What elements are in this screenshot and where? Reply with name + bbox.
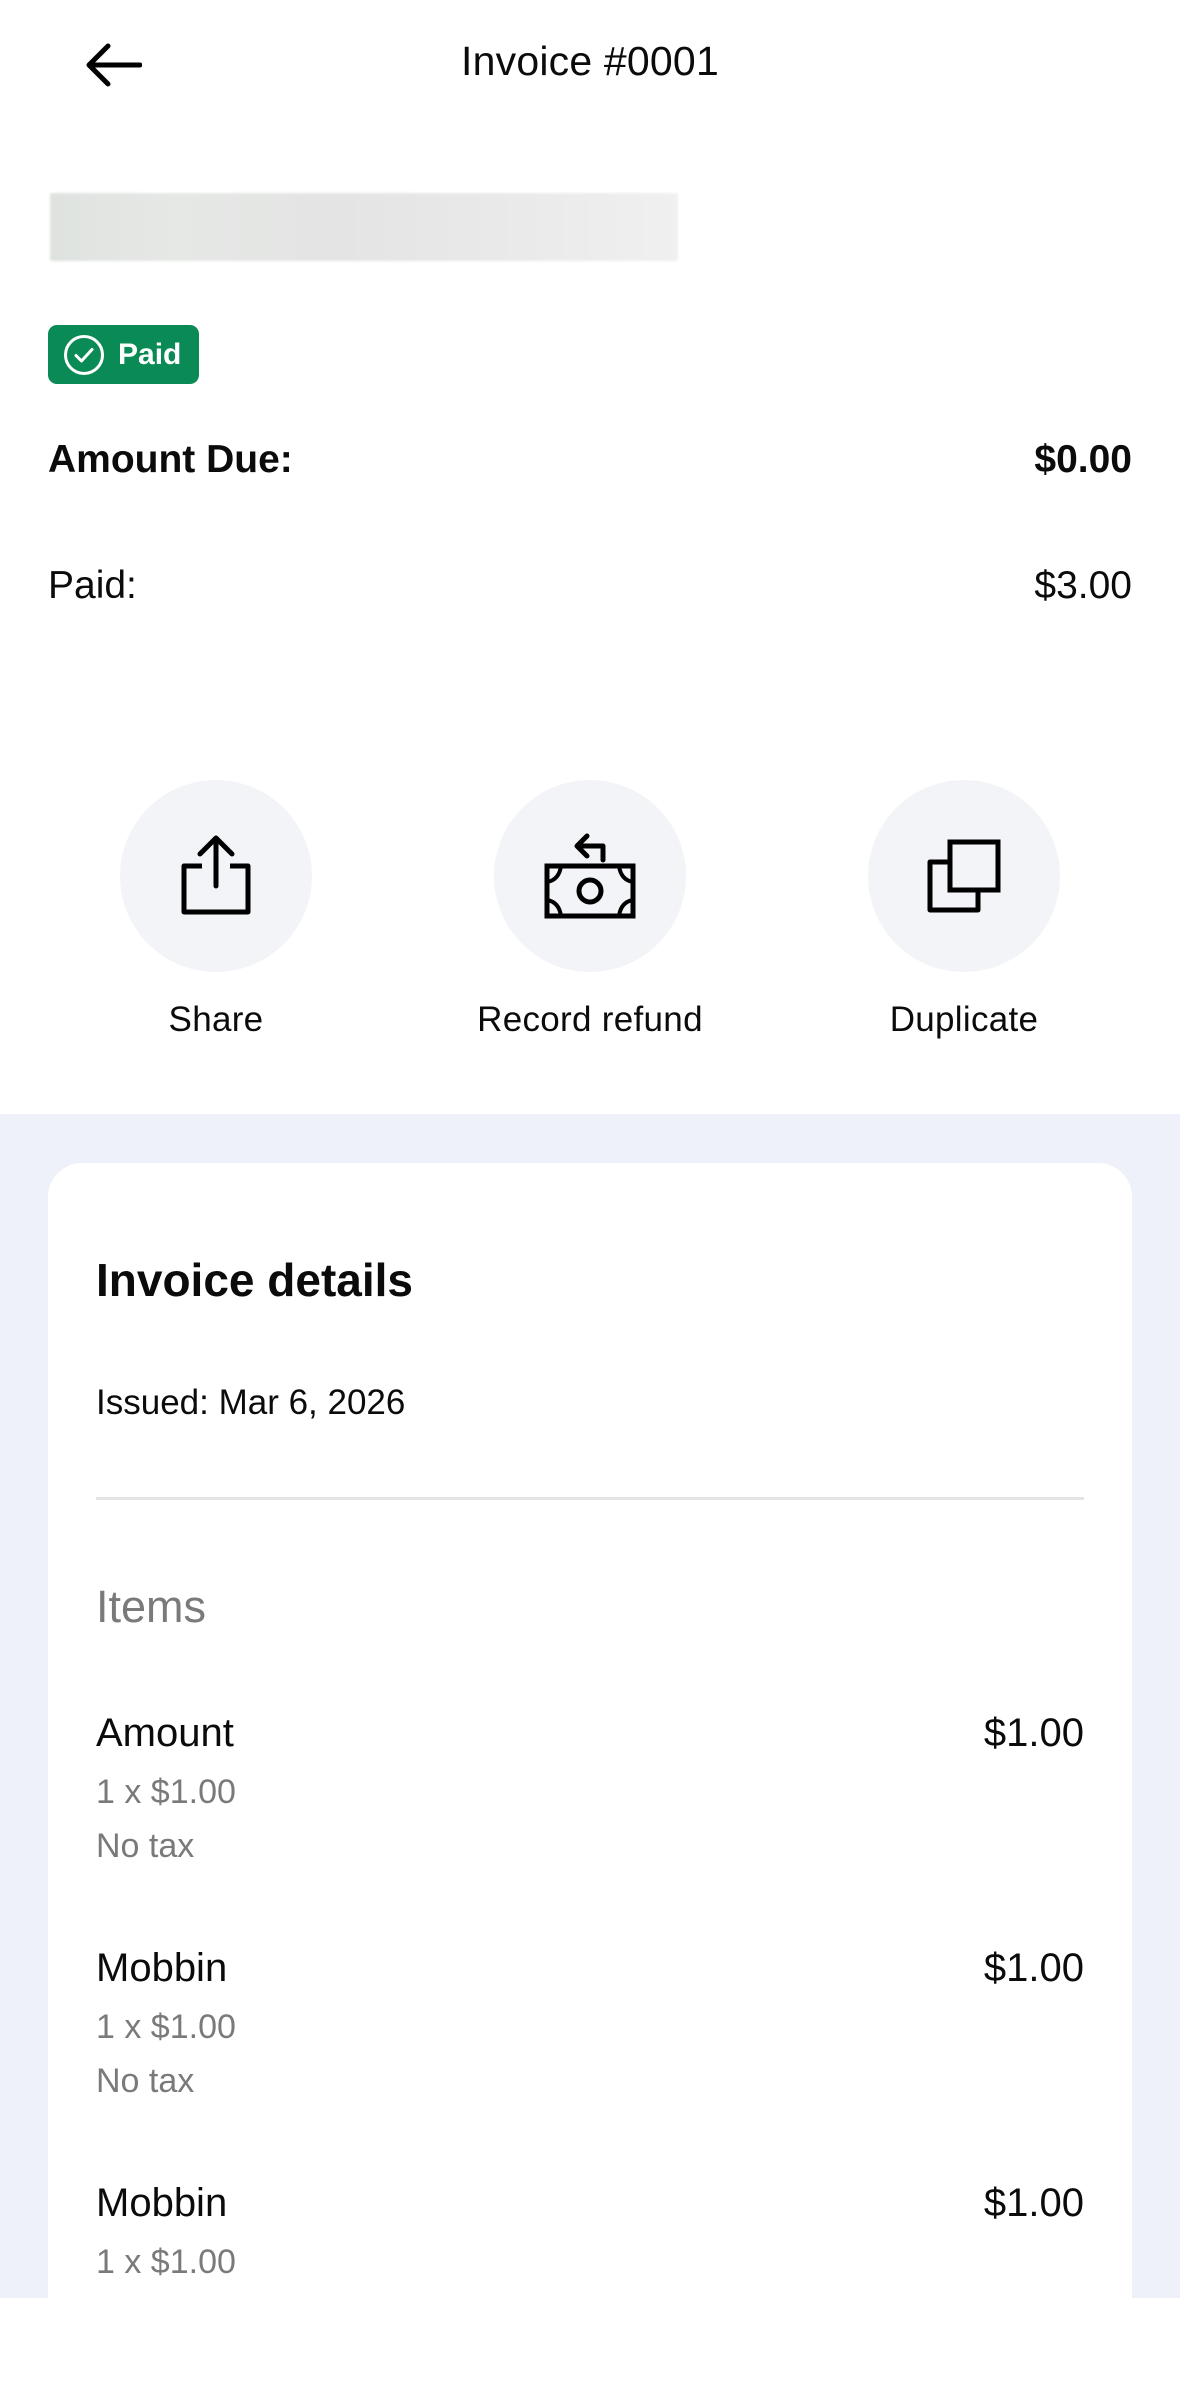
- status-label: Paid: [118, 337, 182, 371]
- item-price: $1.00: [983, 1710, 1084, 1755]
- paid-row: Paid: $3.00: [48, 558, 1132, 614]
- item-quantity: 1 x $1.00: [96, 2008, 236, 2046]
- line-item[interactable]: Mobbin $1.00 1 x $1.00: [96, 2177, 1084, 2283]
- items-heading: Items: [96, 1581, 207, 1632]
- issued-date: Issued: Mar 6, 2026: [96, 1383, 406, 1422]
- share-button-circle[interactable]: [120, 780, 312, 972]
- item-price: $1.00: [983, 2180, 1084, 2225]
- check-circle-icon: [64, 334, 104, 375]
- item-name: Amount: [96, 1710, 234, 1755]
- record-refund-label: Record refund: [477, 1000, 703, 1039]
- item-tax: No tax: [96, 2062, 195, 2100]
- amount-due-label: Amount Due:: [48, 438, 293, 481]
- paid-value: $3.00: [1034, 564, 1132, 607]
- line-item[interactable]: Amount $1.00 1 x $1.00 No tax: [96, 1707, 1084, 1867]
- divider: [96, 1497, 1084, 1500]
- customer-name-redacted: [50, 193, 678, 261]
- share-button[interactable]: Share: [66, 780, 366, 1040]
- item-quantity: 1 x $1.00: [96, 1773, 236, 1811]
- action-bar: Share Record refund Duplicate: [0, 780, 1180, 1060]
- page-title: Invoice #0001: [461, 38, 719, 84]
- item-quantity: 1 x $1.00: [96, 2243, 236, 2281]
- record-refund-button[interactable]: Record refund: [440, 780, 740, 1040]
- duplicate-button[interactable]: Duplicate: [814, 780, 1114, 1040]
- record-refund-button-circle[interactable]: [494, 780, 686, 972]
- amount-due-row: Amount Due: $0.00: [48, 432, 1132, 488]
- item-price: $1.00: [983, 1945, 1084, 1990]
- item-name: Mobbin: [96, 1945, 228, 1990]
- line-item[interactable]: Mobbin $1.00 1 x $1.00 No tax: [96, 1942, 1084, 2102]
- duplicate-label: Duplicate: [889, 1000, 1039, 1039]
- share-icon: [181, 835, 251, 915]
- duplicate-button-circle[interactable]: [868, 780, 1060, 972]
- amount-due-value: $0.00: [1034, 438, 1132, 481]
- cash-refund-icon: [544, 833, 636, 919]
- share-label: Share: [168, 1000, 264, 1039]
- item-name: Mobbin: [96, 2180, 228, 2225]
- status-badge: Paid: [48, 325, 199, 384]
- paid-label: Paid:: [48, 564, 137, 607]
- duplicate-icon: [927, 839, 1001, 913]
- item-tax: No tax: [96, 1827, 195, 1865]
- invoice-details-title: Invoice details: [96, 1254, 414, 1306]
- invoice-details-card: Invoice details Issued: Mar 6, 2026 Item…: [48, 1163, 1132, 2298]
- top-bar: Invoice #0001: [0, 0, 1180, 130]
